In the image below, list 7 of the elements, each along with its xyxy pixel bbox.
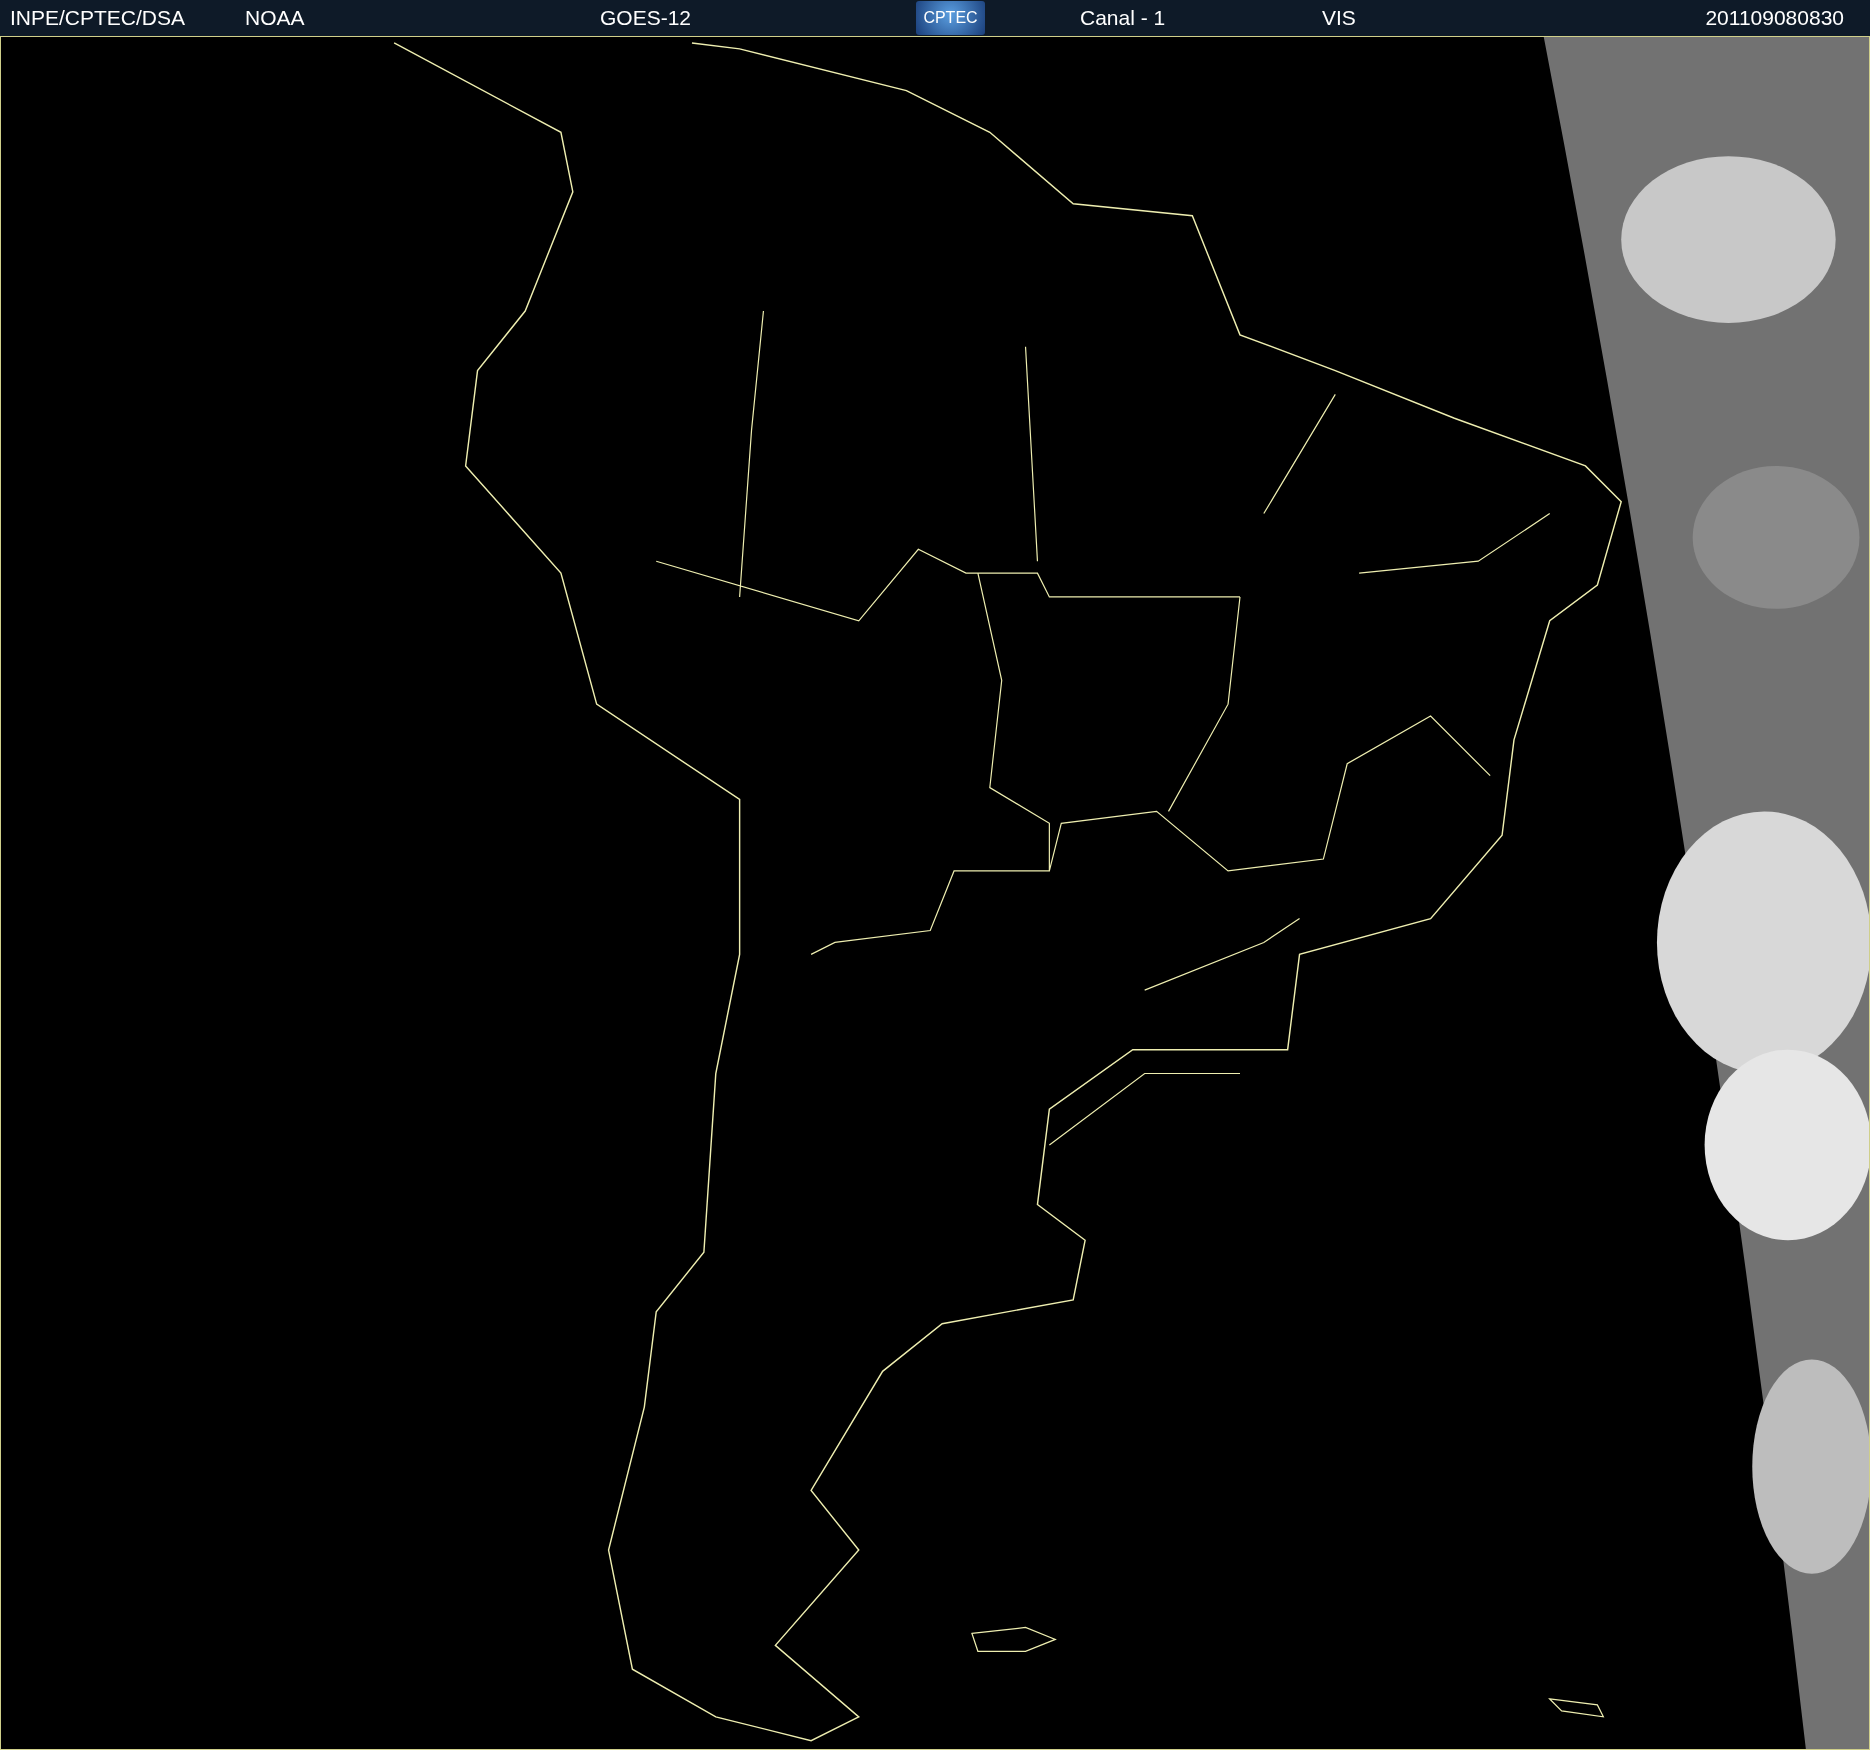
timestamp-label: 201109080830 <box>1705 6 1844 30</box>
band-label: VIS <box>1322 6 1357 30</box>
logo: CPTEC <box>916 1 985 35</box>
source-label: INPE/CPTEC/DSA <box>10 6 187 30</box>
agency-label: NOAA <box>245 6 306 30</box>
satellite-label: GOES-12 <box>600 6 693 30</box>
channel-label: Canal - 1 <box>1080 6 1167 30</box>
